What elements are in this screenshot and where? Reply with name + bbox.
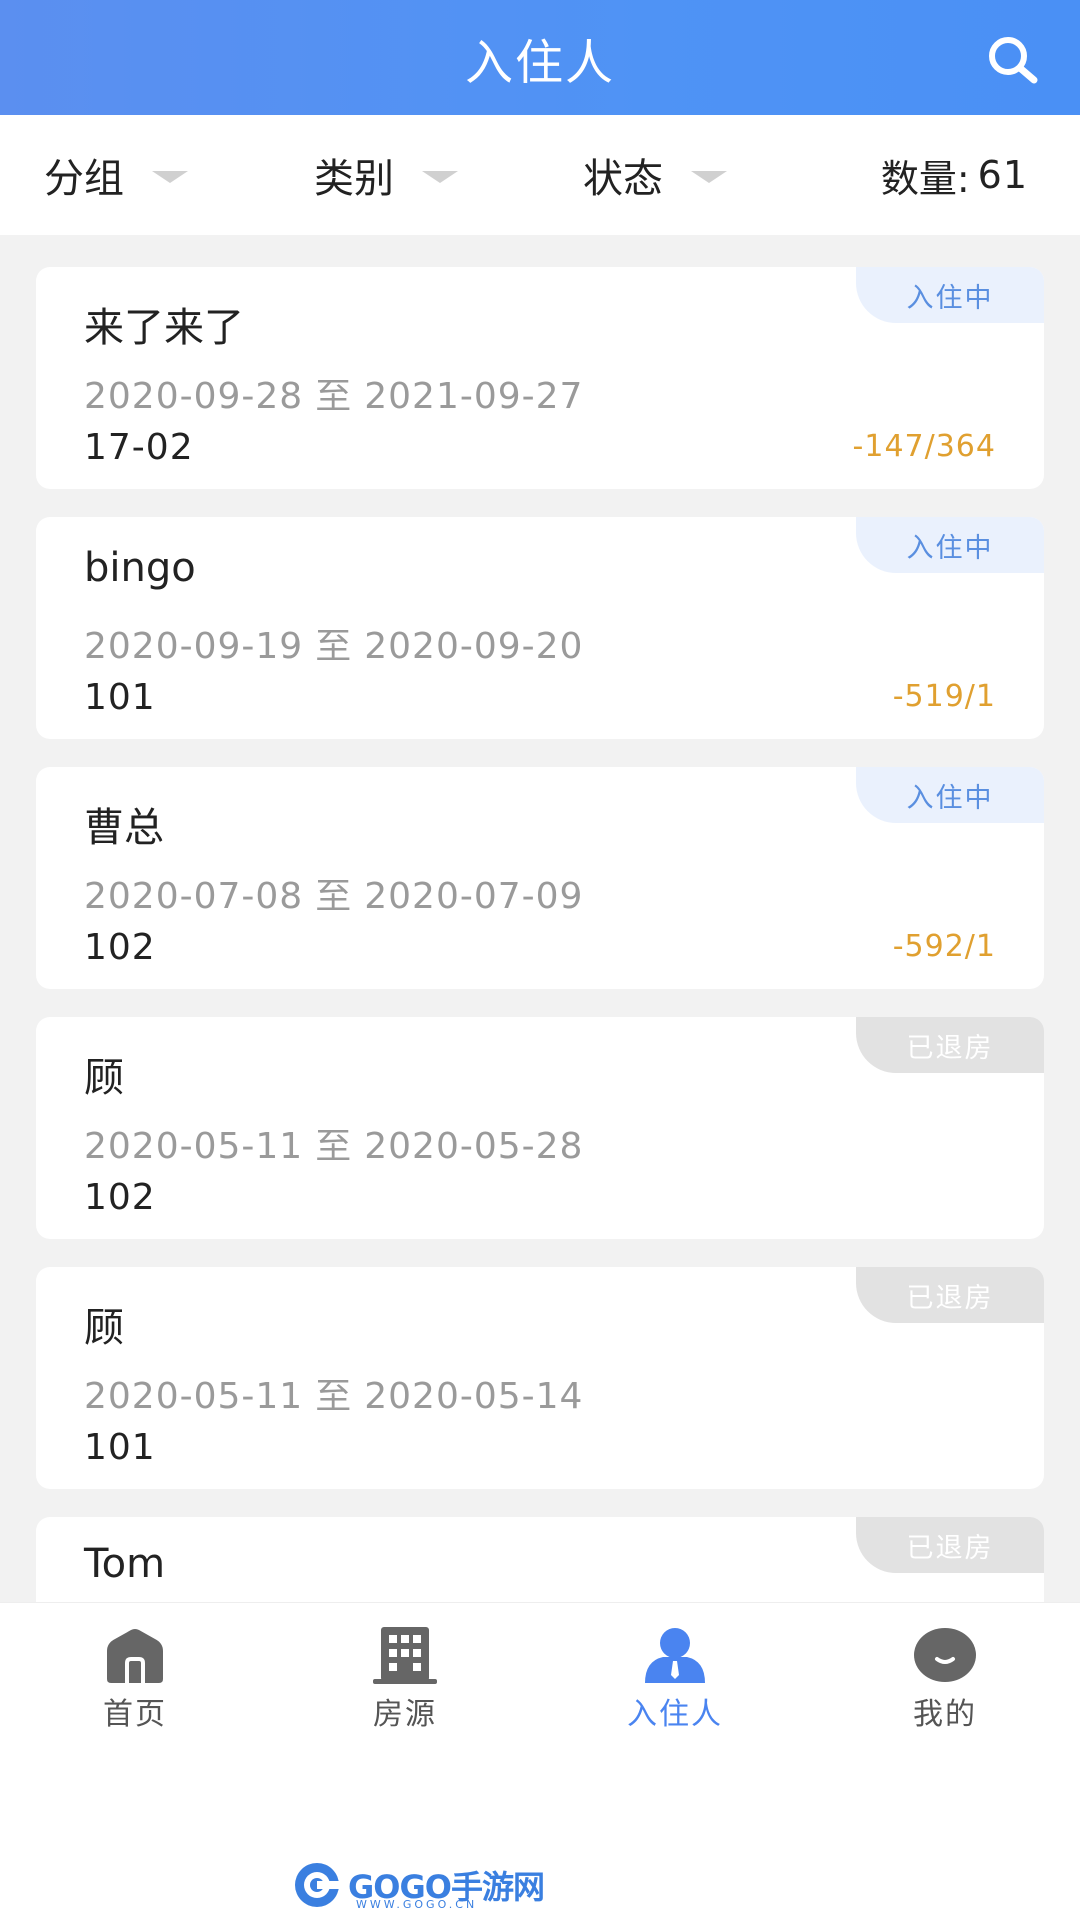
person-icon xyxy=(645,1628,705,1683)
start-date: 2020-09-28 xyxy=(84,376,304,417)
start-date: 2020-09-19 xyxy=(84,626,304,667)
count-label: 数量: xyxy=(880,156,970,201)
end-date: 2021-09-27 xyxy=(364,376,584,417)
end-date: 2020-09-20 xyxy=(364,626,584,667)
date-separator: 至 xyxy=(315,626,353,667)
end-date: 2020-07-09 xyxy=(364,876,584,917)
room-number: 102 xyxy=(84,927,156,968)
stay-dates: 2020-09-19 至 2020-09-20 xyxy=(84,617,583,669)
category-filter[interactable]: 类别 xyxy=(314,115,458,235)
smile-icon xyxy=(914,1628,976,1682)
balance-value: -147/364 xyxy=(852,429,996,464)
status-filter[interactable]: 状态 xyxy=(583,115,727,235)
start-date: 2020-07-08 xyxy=(84,876,304,917)
status-badge: 已退房 xyxy=(856,1017,1044,1073)
watermark: GOGO手游网 WWW.GOGO.CN xyxy=(292,1860,545,1911)
resident-name: 来了来了 xyxy=(84,305,244,351)
start-date: 2020-05-11 xyxy=(84,1376,304,1417)
room-number: 101 xyxy=(84,677,156,718)
end-date: 2020-05-14 xyxy=(364,1376,584,1417)
app-header: 入住人 xyxy=(0,0,1080,115)
search-icon xyxy=(989,37,1038,84)
watermark-url: WWW.GOGO.CN xyxy=(356,1898,478,1911)
group-filter-label: 分组 xyxy=(44,156,124,202)
building-icon xyxy=(373,1627,437,1684)
page-title: 入住人 xyxy=(464,34,615,91)
resident-card[interactable]: 来了来了 2020-09-28 至 2021-09-27 17-02 -147/36… xyxy=(36,267,1044,489)
resident-card[interactable]: 曹总 2020-07-08 至 2020-07-09 102 -592/1 入住中 xyxy=(36,767,1044,989)
tab-residents[interactable]: 入住人 xyxy=(540,1603,810,1743)
group-filter[interactable]: 分组 xyxy=(44,115,188,235)
tab-residents-label: 入住人 xyxy=(627,1697,723,1732)
status-badge: 已退房 xyxy=(856,1517,1044,1573)
count-value: 61 xyxy=(977,153,1028,197)
status-badge: 入住中 xyxy=(856,267,1044,323)
resident-name: 顾 xyxy=(84,1055,124,1101)
filter-bar: 分组 类别 状态 数量: 61 xyxy=(0,115,1080,235)
tab-mine-label: 我的 xyxy=(913,1697,977,1732)
search-button[interactable] xyxy=(982,30,1042,90)
status-filter-label: 状态 xyxy=(583,156,663,202)
date-separator: 至 xyxy=(315,376,353,417)
end-date: 2020-05-28 xyxy=(364,1126,584,1167)
tab-listings-label: 房源 xyxy=(373,1697,437,1732)
chevron-down-icon xyxy=(691,171,727,183)
bottom-tab-bar: 首页 房源 入住人 我的 xyxy=(0,1602,1080,1742)
balance-value: -519/1 xyxy=(892,679,996,714)
tab-listings[interactable]: 房源 xyxy=(270,1603,540,1743)
resident-card[interactable]: 顾 2020-05-11 至 2020-05-14 101 已退房 xyxy=(36,1267,1044,1489)
balance-value: -592/1 xyxy=(892,929,996,964)
category-filter-label: 类别 xyxy=(314,156,394,202)
tab-mine[interactable]: 我的 xyxy=(810,1603,1080,1743)
chevron-down-icon xyxy=(422,171,458,183)
start-date: 2020-05-11 xyxy=(84,1126,304,1167)
date-separator: 至 xyxy=(315,876,353,917)
resident-card[interactable]: 顾 2020-05-11 至 2020-05-28 102 已退房 xyxy=(36,1017,1044,1239)
resident-name: 顾 xyxy=(84,1305,124,1351)
stay-dates: 2020-09-28 至 2021-09-27 xyxy=(84,367,583,419)
tab-home[interactable]: 首页 xyxy=(0,1603,270,1743)
status-badge: 入住中 xyxy=(856,767,1044,823)
resident-name: 曹总 xyxy=(84,805,164,851)
date-separator: 至 xyxy=(315,1126,353,1167)
resident-card[interactable]: bingo 2020-09-19 至 2020-09-20 101 -519/1 入… xyxy=(36,517,1044,739)
status-badge: 已退房 xyxy=(856,1267,1044,1323)
stay-dates: 2020-05-11 至 2020-05-14 xyxy=(84,1367,583,1419)
resident-name: bingo xyxy=(84,545,196,591)
stay-dates: 2020-07-08 至 2020-07-09 xyxy=(84,867,583,919)
date-separator: 至 xyxy=(315,1376,353,1417)
chevron-down-icon xyxy=(152,171,188,183)
status-badge: 入住中 xyxy=(856,517,1044,573)
resident-name: Tom xyxy=(84,1541,166,1587)
watermark-logo-icon xyxy=(295,1863,339,1907)
room-number: 17-02 xyxy=(84,427,194,468)
home-icon xyxy=(107,1629,163,1683)
room-number: 101 xyxy=(84,1427,156,1468)
tab-home-label: 首页 xyxy=(103,1697,167,1732)
room-number: 102 xyxy=(84,1177,156,1218)
stay-dates: 2020-05-11 至 2020-05-28 xyxy=(84,1117,583,1169)
count-display: 数量: 61 xyxy=(881,115,1028,235)
